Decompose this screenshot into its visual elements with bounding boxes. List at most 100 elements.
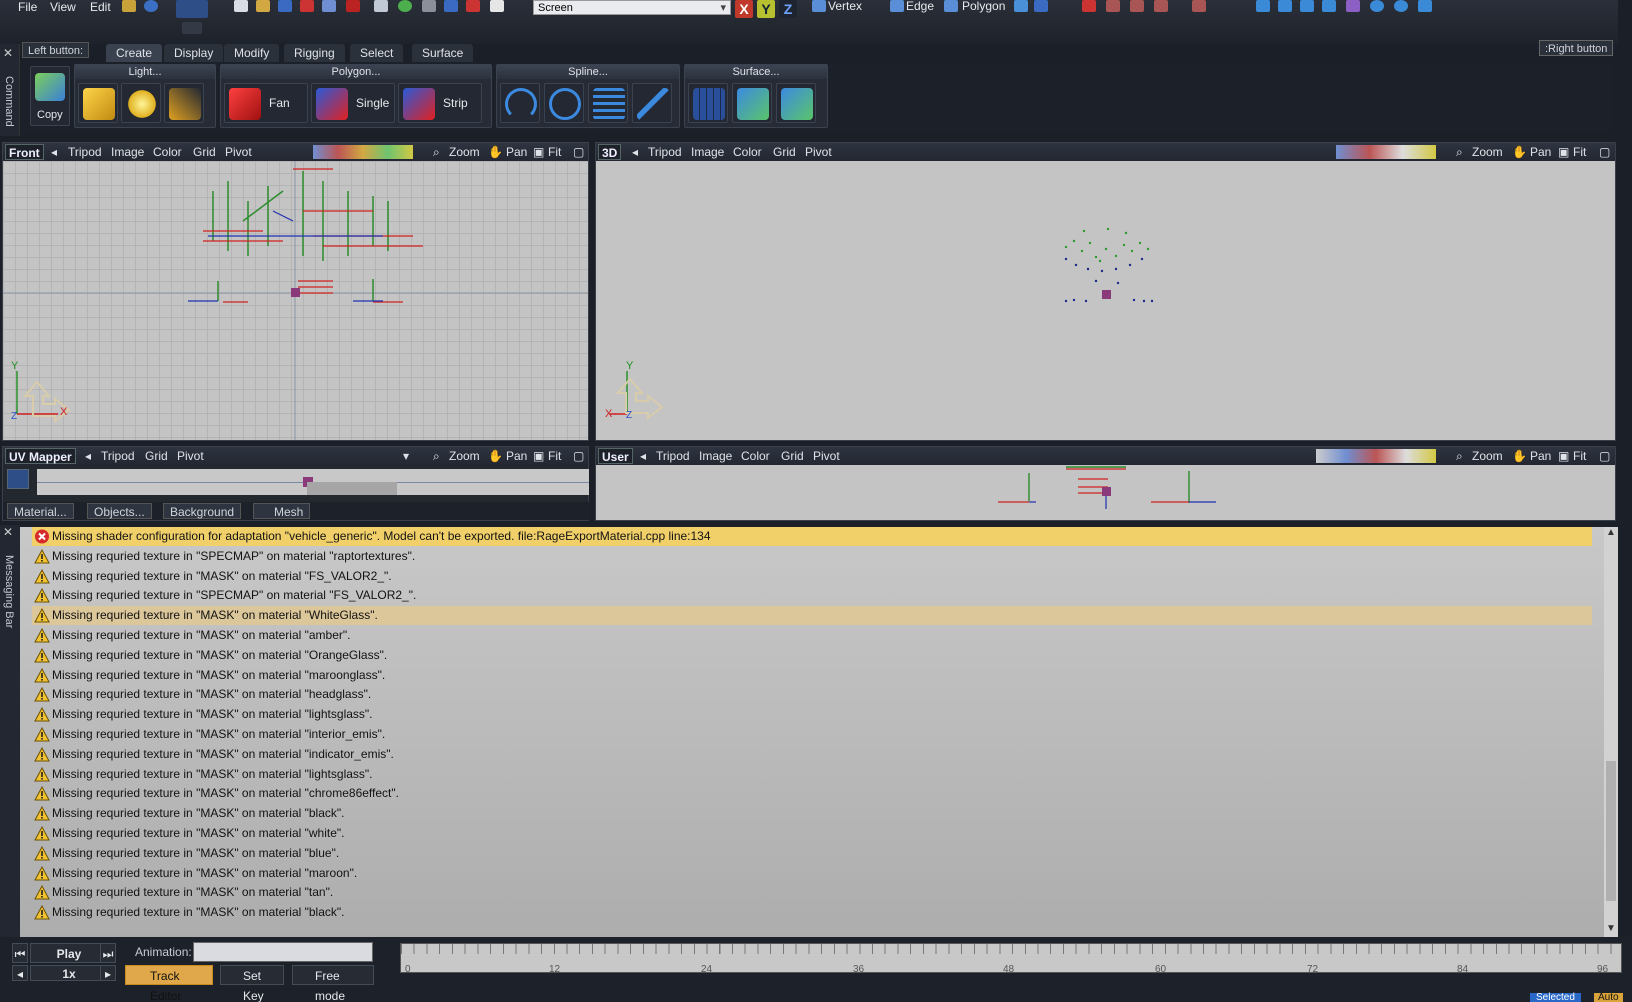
spline-helix-button[interactable]: [588, 83, 628, 123]
3d-zoom-button[interactable]: Zoom: [1472, 143, 1503, 161]
maximize-icon[interactable]: ▢: [1599, 143, 1610, 161]
menu-file[interactable]: File: [18, 0, 37, 14]
display-modes-icon[interactable]: [1316, 449, 1436, 463]
front-viewport[interactable]: Front ◂ Tripod Image Color Grid Pivot ⌕ …: [2, 142, 589, 441]
tab-surface[interactable]: Surface: [412, 44, 474, 62]
open-folder-icon[interactable]: [256, 0, 270, 12]
scroll-down-icon[interactable]: ▼: [1606, 923, 1616, 934]
primitive-cone-icon[interactable]: [1278, 0, 1292, 12]
3d-viewport-title[interactable]: 3D: [598, 144, 622, 160]
warning-message-row[interactable]: Missing requried texture in "SPECMAP" on…: [32, 547, 1592, 566]
light-directional-button[interactable]: [78, 83, 118, 123]
magnet-icon[interactable]: [1082, 0, 1096, 12]
settings-icon[interactable]: [122, 0, 136, 12]
uv-grid-menu[interactable]: Grid: [145, 447, 168, 465]
material-tab[interactable]: Material...: [7, 503, 74, 519]
warning-message-row[interactable]: Missing requried texture in "MASK" on ma…: [32, 765, 1592, 784]
background-tab[interactable]: Background: [163, 503, 242, 519]
3d-tripod-menu[interactable]: Tripod: [648, 143, 682, 161]
user-canvas[interactable]: [596, 465, 1615, 520]
undo-large-icon[interactable]: [176, 0, 208, 18]
user-pan-button[interactable]: Pan: [1530, 447, 1551, 465]
redo-icon[interactable]: [466, 0, 480, 12]
menu-edit[interactable]: Edit: [90, 0, 111, 14]
front-grid-menu[interactable]: Grid: [193, 143, 216, 161]
user-color-menu[interactable]: Color: [741, 447, 770, 465]
user-pivot-menu[interactable]: Pivot: [813, 447, 840, 465]
snap-options-icon[interactable]: [1192, 0, 1206, 12]
select-filter-icon[interactable]: [1034, 0, 1048, 12]
warning-message-row[interactable]: Missing requried texture in "MASK" on ma…: [32, 864, 1592, 883]
surface-extrude-button[interactable]: [732, 83, 772, 123]
spline-arc-button[interactable]: [500, 83, 540, 123]
step-forward-icon[interactable]: ▸: [100, 965, 116, 981]
edge-mode-button[interactable]: Edge: [906, 0, 934, 13]
uv-mapper-viewport[interactable]: UV Mapper ◂ Tripod Grid Pivot ▾ ⌕ Zoom ✋…: [2, 446, 590, 521]
warning-message-row[interactable]: Missing requried texture in "MASK" on ma…: [32, 804, 1592, 823]
snap-icon[interactable]: [1106, 0, 1120, 12]
axis-x-toggle[interactable]: X: [735, 0, 753, 18]
user-image-menu[interactable]: Image: [699, 447, 732, 465]
primitive-sphere-icon[interactable]: [1370, 0, 1384, 12]
tab-modify[interactable]: Modify: [224, 44, 280, 62]
warning-message-row[interactable]: Missing requried texture in "MASK" on ma…: [32, 745, 1592, 764]
front-color-menu[interactable]: Color: [153, 143, 182, 161]
uv-tool-icon[interactable]: [7, 469, 29, 489]
warning-message-row[interactable]: Missing requried texture in "MASK" on ma…: [32, 784, 1592, 803]
message-scrollbar[interactable]: ▲ ▼: [1604, 527, 1618, 937]
polygon-strip-button[interactable]: Strip: [398, 83, 482, 123]
scrollbar-thumb[interactable]: [1606, 761, 1616, 901]
snap-grid-icon[interactable]: [1130, 0, 1144, 12]
user-viewport-title[interactable]: User: [598, 448, 633, 464]
coordinate-space-select[interactable]: Screen ▾: [533, 0, 731, 15]
front-zoom-button[interactable]: Zoom: [449, 143, 480, 161]
maximize-icon[interactable]: ▢: [1599, 447, 1610, 465]
warning-message-row[interactable]: Missing requried texture in "SPECMAP" on…: [32, 586, 1592, 605]
3d-pan-button[interactable]: Pan: [1530, 143, 1551, 161]
light-spot-button[interactable]: [164, 83, 204, 123]
uv-viewport-title[interactable]: UV Mapper: [5, 448, 76, 464]
warning-message-row[interactable]: Missing requried texture in "MASK" on ma…: [32, 844, 1592, 863]
import-icon[interactable]: [322, 0, 336, 12]
track-editor-button[interactable]: Track Editor: [125, 965, 213, 1002]
primitive-box-icon[interactable]: [1300, 0, 1314, 12]
uv-pivot-menu[interactable]: Pivot: [177, 447, 204, 465]
uv-fit-button[interactable]: Fit: [548, 447, 561, 465]
surface-group-header[interactable]: Surface...: [685, 65, 827, 79]
axis-y-toggle[interactable]: Y: [757, 0, 775, 18]
object-mode-icon[interactable]: [1014, 0, 1028, 12]
help-icon[interactable]: [144, 0, 158, 12]
front-pan-button[interactable]: Pan: [506, 143, 527, 161]
primitive-plane-icon[interactable]: [1256, 0, 1270, 12]
polygon-single-button[interactable]: Single: [311, 83, 395, 123]
polygon-mode-button[interactable]: Polygon: [962, 0, 1005, 13]
3d-canvas[interactable]: Y X Z: [596, 161, 1615, 440]
user-grid-menu[interactable]: Grid: [781, 447, 804, 465]
warning-message-row[interactable]: Missing requried texture in "MASK" on ma…: [32, 903, 1592, 922]
warning-message-row[interactable]: Missing requried texture in "MASK" on ma…: [32, 824, 1592, 843]
close-icon[interactable]: ✕: [3, 46, 13, 60]
surface-loft-button[interactable]: [776, 83, 816, 123]
warning-message-row[interactable]: Missing requried texture in "MASK" on ma…: [32, 626, 1592, 645]
surface-grid-button[interactable]: [688, 83, 728, 123]
close-icon[interactable]: ✕: [3, 525, 13, 539]
menu-view[interactable]: View: [50, 0, 76, 14]
free-mode-button[interactable]: Free mode: [292, 965, 374, 1002]
mesh-tab[interactable]: Mesh: [253, 503, 311, 519]
delete-icon[interactable]: [300, 0, 314, 12]
uv-zoom-button[interactable]: Zoom: [449, 447, 480, 465]
error-message-row[interactable]: Missing shader configuration for adaptat…: [32, 527, 1592, 546]
warning-message-row[interactable]: Missing requried texture in "MASK" on ma…: [32, 606, 1592, 626]
3d-image-menu[interactable]: Image: [691, 143, 724, 161]
save-icon[interactable]: [278, 0, 292, 12]
play-button[interactable]: Play: [30, 943, 108, 963]
tab-select[interactable]: Select: [350, 44, 404, 62]
front-pivot-menu[interactable]: Pivot: [225, 143, 252, 161]
chevron-left-icon[interactable]: ◂: [632, 143, 638, 161]
front-image-menu[interactable]: Image: [111, 143, 144, 161]
warning-message-row[interactable]: Missing requried texture in "MASK" on ma…: [32, 567, 1592, 586]
tab-rigging[interactable]: Rigging: [284, 44, 345, 62]
front-viewport-title[interactable]: Front: [5, 144, 44, 160]
chevron-left-icon[interactable]: ◂: [85, 447, 91, 465]
message-list[interactable]: Missing shader configuration for adaptat…: [20, 527, 1604, 937]
